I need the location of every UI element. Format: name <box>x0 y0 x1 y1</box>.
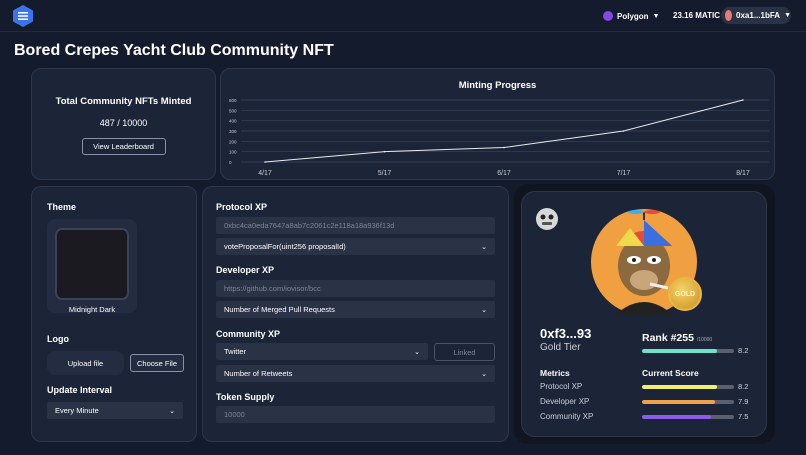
contract-address-input[interactable]: 0xbc4ca0eda7647a8ab7c2061c2e118a18a936f1… <box>216 217 495 234</box>
metric-score-bar <box>642 415 734 419</box>
nft-tier: Gold Tier <box>540 342 581 353</box>
account-address: 0xa1...1bFA <box>736 11 781 20</box>
theme-option-midnight-dark[interactable]: Midnight Dark <box>47 219 137 314</box>
wallet-balance: 23.16 MATIC <box>673 11 720 20</box>
total-minted-title: Total Community NFTs Minted <box>55 96 192 107</box>
upload-file-button[interactable]: Upload file <box>47 351 124 375</box>
x-tick-label: 4/17 <box>258 170 272 177</box>
choose-file-button[interactable]: Choose File <box>130 354 184 372</box>
x-tick-label: 7/17 <box>617 170 631 177</box>
developer-xp-label: Developer XP <box>216 265 275 275</box>
chevron-down-icon: ⌄ <box>481 370 487 378</box>
overall-score-fill <box>642 349 718 353</box>
community-metric-select[interactable]: Number of Retweets ⌄ <box>216 365 495 382</box>
view-leaderboard-button[interactable]: View Leaderboard <box>81 138 166 155</box>
minting-progress-chart: 600 500 400 300 200 100 0 4/17 5/17 6/17 7/17 8/17 <box>229 98 769 177</box>
network-selector[interactable]: Polygon ▼ <box>603 8 660 24</box>
avatar <box>725 10 733 21</box>
settings-card: Theme Midnight Dark Logo Upload file Cho… <box>31 186 197 442</box>
gold-badge: GOLD <box>668 277 702 311</box>
protocol-xp-label: Protocol XP <box>216 202 268 212</box>
metric-name: Protocol XP <box>540 382 583 391</box>
ape-logo-icon <box>534 206 560 232</box>
metric-score-bar <box>642 400 734 404</box>
logo-label: Logo <box>47 334 69 344</box>
update-interval-value: Every Minute <box>55 406 99 415</box>
y-tick-label: 600 <box>229 98 237 103</box>
metric-score-bar <box>642 385 734 389</box>
token-supply-label: Token Supply <box>216 392 275 402</box>
chevron-down-icon: ▼ <box>652 12 660 20</box>
current-score-heading: Current Score <box>642 368 699 378</box>
protocol-function-select[interactable]: voteProposalFor(uint256 proposalId) ⌄ <box>216 238 495 255</box>
y-tick-label: 500 <box>229 108 237 113</box>
chevron-down-icon: ⌄ <box>169 407 175 415</box>
data-point <box>383 150 386 153</box>
y-tick-label: 400 <box>229 119 237 124</box>
update-interval-select[interactable]: Every Minute ⌄ <box>47 402 183 419</box>
community-platform-value: Twitter <box>224 347 247 356</box>
metric-score-fill <box>642 400 715 404</box>
community-metric-value: Number of Retweets <box>224 369 293 378</box>
top-bar: Polygon ▼ 23.16 MATIC 0xa1...1bFA ▼ <box>0 0 806 32</box>
chevron-down-icon: ⌄ <box>481 306 487 314</box>
update-interval-label: Update Interval <box>47 385 113 395</box>
community-platform-select[interactable]: Twitter ⌄ <box>216 343 428 360</box>
y-tick-label: 200 <box>229 139 237 144</box>
account-button[interactable]: 0xa1...1bFA ▼ <box>721 7 791 24</box>
metric-score-fill <box>642 415 711 419</box>
theme-name: Midnight Dark <box>68 305 116 314</box>
developer-metric-value: Number of Merged Pull Requests <box>224 305 335 314</box>
y-tick-label: 100 <box>229 150 237 155</box>
y-tick-label: 0 <box>229 160 232 165</box>
protocol-function-value: voteProposalFor(uint256 proposalId) <box>224 242 346 251</box>
rank-value: Rank #255 <box>642 332 694 344</box>
community-xp-label: Community XP <box>216 329 281 339</box>
chevron-down-icon: ⌄ <box>481 243 487 251</box>
linked-button[interactable]: Linked <box>434 343 495 361</box>
overall-score-value: 8.2 <box>738 346 749 355</box>
metric-score-value: 8.2 <box>738 382 749 391</box>
x-tick-label: 8/17 <box>736 170 750 177</box>
nft-owner-address: 0xf3...93 <box>540 326 592 341</box>
metrics-heading: Metrics <box>540 368 570 378</box>
xp-config-card: Protocol XP 0xbc4ca0eda7647a8ab7c2061c2e… <box>202 186 509 442</box>
metric-score-value: 7.9 <box>738 397 749 406</box>
metric-score-fill <box>642 385 718 389</box>
data-point <box>264 161 266 163</box>
minting-progress-card: Minting Progress 600 500 400 300 200 100 0 4/17… <box>220 68 775 180</box>
developer-metric-select[interactable]: Number of Merged Pull Requests ⌄ <box>216 301 495 318</box>
theme-swatch <box>55 228 129 300</box>
rank-total: /10000 <box>696 337 713 343</box>
x-tick-label: 5/17 <box>378 170 392 177</box>
app-logo-icon[interactable] <box>12 4 34 28</box>
metric-name: Developer XP <box>540 397 590 406</box>
x-tick-label: 6/17 <box>497 170 511 177</box>
network-label: Polygon <box>617 11 649 21</box>
total-minted-value: 487 / 10000 <box>99 118 148 128</box>
data-point <box>503 146 505 149</box>
metric-name: Community XP <box>540 412 594 421</box>
page-title: Bored Crepes Yacht Club Community NFT <box>14 42 334 59</box>
overall-score-bar <box>642 349 734 353</box>
nft-preview-card: GOLD 0xf3...93 Gold Tier Rank #255 /1000… <box>521 191 767 437</box>
polygon-icon <box>603 11 613 21</box>
data-point <box>742 99 744 101</box>
token-supply-input[interactable]: 10000 <box>216 406 495 423</box>
metric-score-value: 7.5 <box>738 412 749 421</box>
nft-rank: Rank #255 /10000 <box>642 332 712 344</box>
data-point <box>622 130 625 132</box>
chevron-down-icon: ▼ <box>784 12 791 19</box>
total-minted-card: Total Community NFTs Minted 487 / 10000 … <box>31 68 216 180</box>
github-repo-input[interactable]: https://github.com/iovisor/bcc <box>216 280 495 297</box>
theme-label: Theme <box>47 202 77 212</box>
y-tick-label: 300 <box>229 129 237 134</box>
chevron-down-icon: ⌄ <box>414 348 420 356</box>
